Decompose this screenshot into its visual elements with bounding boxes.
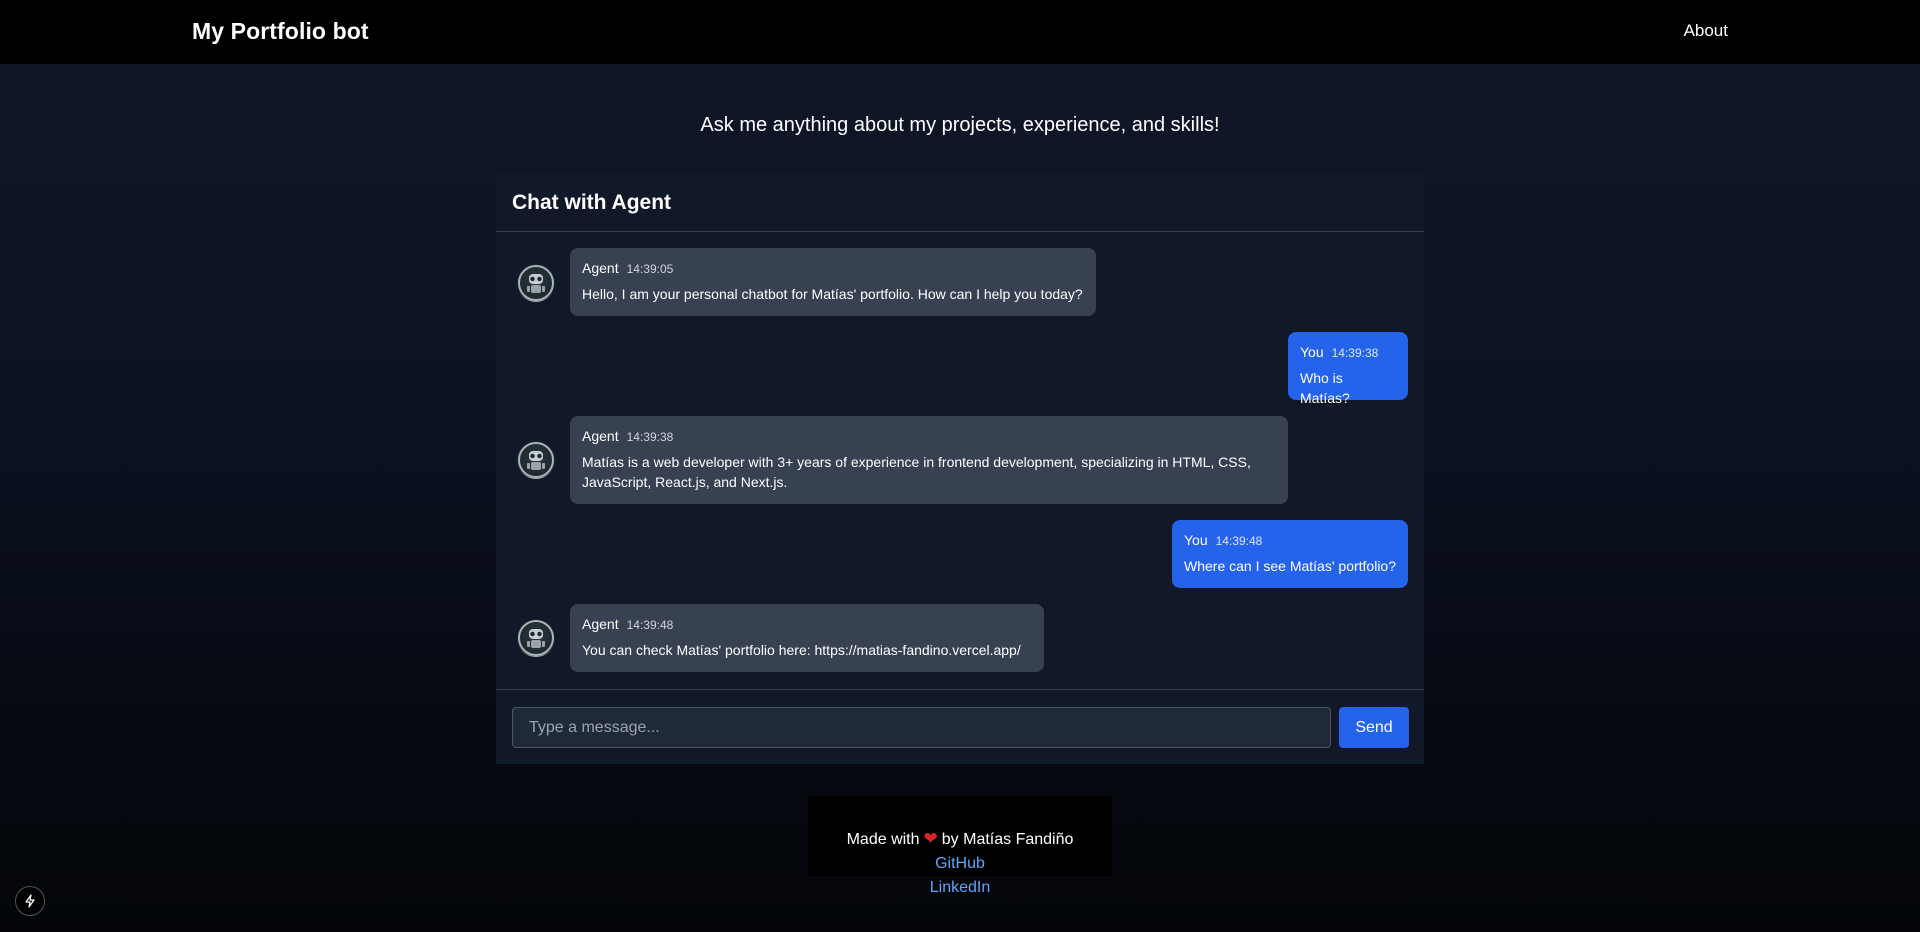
heart-icon: ❤ bbox=[923, 829, 938, 848]
user-message-bubble: You 14:39:48 Where can I see Matías' por… bbox=[1172, 520, 1408, 588]
message-composer: Send bbox=[496, 689, 1424, 764]
message-timestamp: 14:39:38 bbox=[1331, 346, 1379, 360]
github-link[interactable]: GitHub bbox=[0, 852, 1920, 876]
message-text: Hello, I am your personal chatbot for Ma… bbox=[582, 286, 1083, 302]
navbar: My Portfolio bot About bbox=[0, 0, 1920, 64]
message-sender: Agent bbox=[582, 428, 619, 444]
message-text: You can check Matías' portfolio here: ht… bbox=[582, 642, 1021, 658]
message-list[interactable]: Agent 14:39:05 Hello, I am your personal… bbox=[496, 232, 1424, 689]
message-sender: Agent bbox=[582, 616, 619, 632]
robot-avatar-icon bbox=[517, 441, 555, 479]
author-credit: by Matías Fandiño bbox=[941, 831, 1074, 848]
message-text: Matías is a web developer with 3+ years … bbox=[582, 454, 1251, 490]
nav-link-about[interactable]: About bbox=[1684, 21, 1728, 41]
linkedin-link[interactable]: LinkedIn bbox=[0, 876, 1920, 900]
send-button[interactable]: Send bbox=[1339, 707, 1409, 748]
message-sender: You bbox=[1300, 344, 1324, 360]
message-text: Where can I see Matías' portfolio? bbox=[1184, 558, 1396, 574]
chat-card: Chat with Agent Agent 14:39:05 Hello, I … bbox=[496, 172, 1424, 764]
footer-credit: Made with ❤ by Matías Fandiño bbox=[808, 829, 1112, 849]
lightning-bolt-icon[interactable] bbox=[15, 886, 45, 916]
message-sender: Agent bbox=[582, 260, 619, 276]
user-message-bubble: You 14:39:38 Who is Matías? bbox=[1288, 332, 1408, 406]
message-input[interactable] bbox=[512, 707, 1331, 748]
robot-avatar-icon bbox=[517, 264, 555, 302]
footer-links: GitHub LinkedIn bbox=[0, 852, 1920, 900]
message-timestamp: 14:39:48 bbox=[626, 618, 674, 632]
robot-avatar-icon bbox=[517, 619, 555, 657]
message-text: Who is Matías? bbox=[1300, 370, 1350, 406]
agent-message-bubble: Agent 14:39:38 Matías is a web developer… bbox=[570, 416, 1288, 504]
page-tagline: Ask me anything about my projects, exper… bbox=[700, 114, 1220, 136]
message-timestamp: 14:39:05 bbox=[626, 262, 674, 276]
brand-title[interactable]: My Portfolio bot bbox=[192, 18, 369, 45]
agent-message-bubble: Agent 14:39:05 Hello, I am your personal… bbox=[570, 248, 1096, 316]
agent-message-bubble: Agent 14:39:48 You can check Matías' por… bbox=[570, 604, 1044, 672]
message-timestamp: 14:39:48 bbox=[1215, 534, 1263, 548]
chat-title: Chat with Agent bbox=[496, 172, 1424, 232]
message-timestamp: 14:39:38 bbox=[626, 430, 674, 444]
made-with-text: Made with bbox=[846, 831, 920, 848]
message-sender: You bbox=[1184, 532, 1208, 548]
